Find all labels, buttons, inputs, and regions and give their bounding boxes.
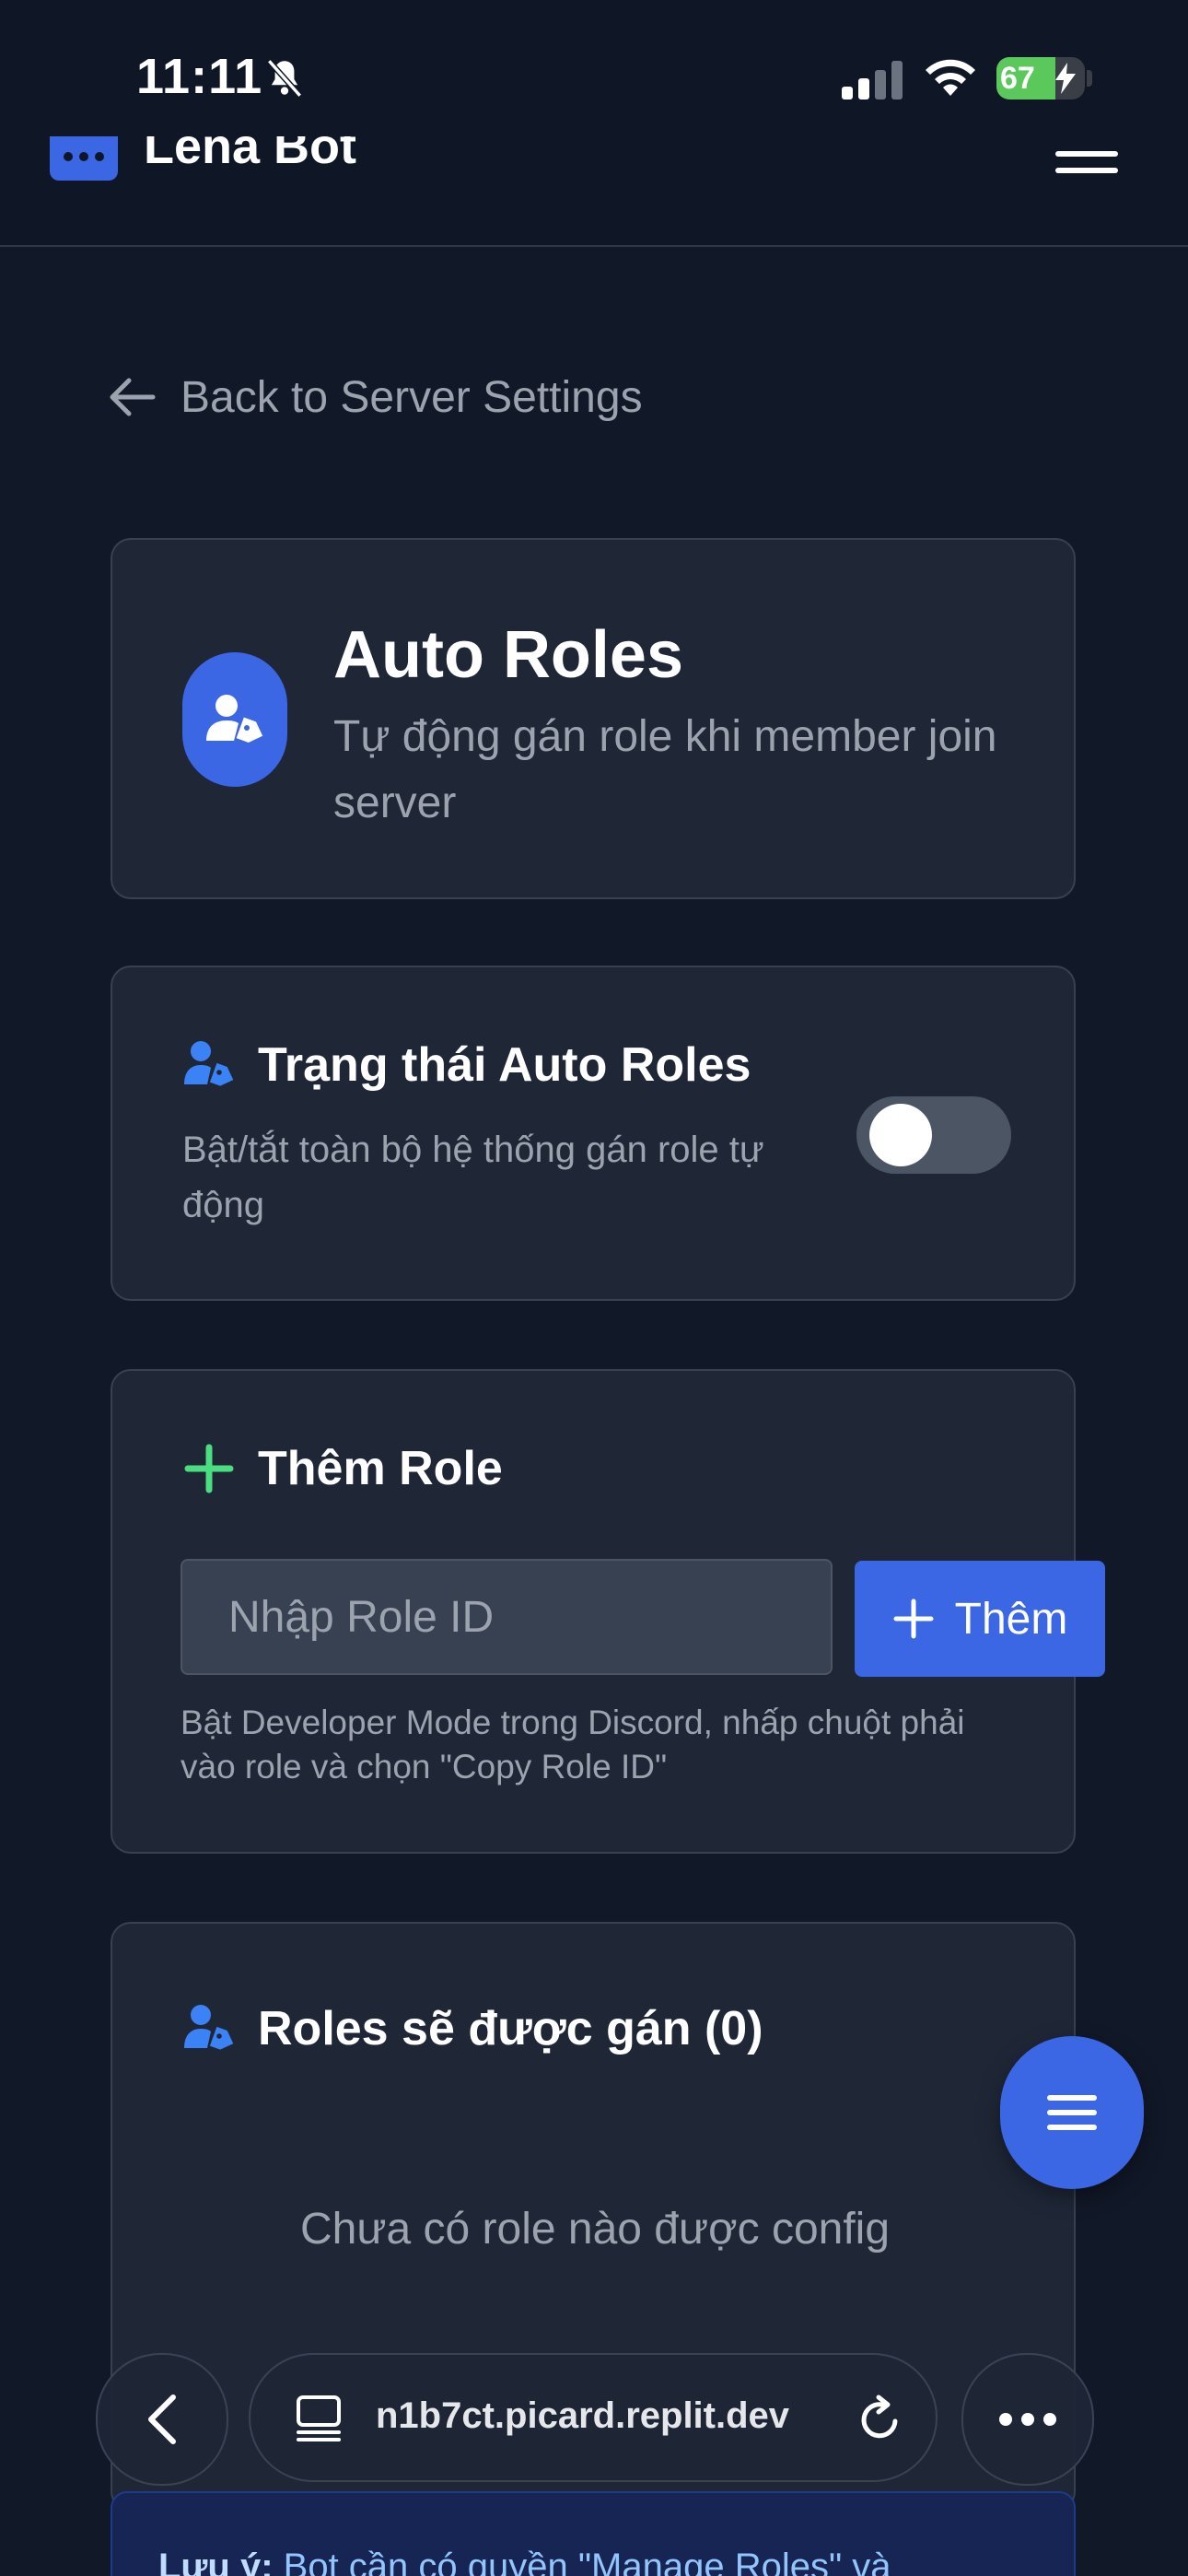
page-subtitle: Tự động gán role khi member join server	[333, 712, 997, 827]
user-tag-badge	[182, 652, 287, 787]
toggle-knob	[869, 1104, 932, 1166]
note-label: Lưu ý:	[158, 2547, 274, 2576]
reload-icon[interactable]	[855, 2394, 906, 2445]
battery-percent: 67	[1000, 61, 1035, 96]
plus-icon	[893, 1598, 934, 1639]
roles-section-title: Roles sẽ được gán (0)	[182, 2001, 763, 2056]
robot-icon	[50, 136, 118, 181]
auto-roles-toggle[interactable]	[856, 1096, 1011, 1174]
top-bar: 11:11 67 Lena Bot	[0, 0, 1188, 247]
user-tag-icon	[184, 1041, 234, 1086]
permissions-note: Lưu ý: Bot cần có quyền "Manage Roles" v…	[111, 2491, 1076, 2576]
hamburger-menu-icon[interactable]	[1055, 151, 1118, 192]
status-description: Bật/tắt toàn bộ hệ thống gán role tự độn…	[182, 1130, 764, 1225]
floating-menu-button[interactable]	[1000, 2036, 1144, 2189]
add-role-card: Thêm Role Thêm Bật Developer Mode trong …	[111, 1369, 1105, 1854]
dot	[1021, 2413, 1034, 2426]
address-bar[interactable]: n1b7ct.picard.replit.dev	[249, 2353, 938, 2482]
note-body: Bot cần có quyền "Manage Roles" và	[283, 2547, 891, 2576]
url-text: n1b7ct.picard.replit.dev	[376, 2395, 790, 2436]
bell-slash-icon	[266, 59, 303, 98]
empty-roles-message: Chưa có role nào được config	[299, 2205, 891, 2254]
browser-back-button[interactable]	[96, 2353, 228, 2486]
brand-name: Lena Bot	[144, 136, 357, 174]
wifi-icon	[926, 59, 975, 96]
user-tag-icon	[184, 2005, 234, 2050]
auto-roles-header-card: Auto Roles Tự động gán role khi member j…	[111, 538, 1076, 899]
add-role-section-title: Thêm Role	[182, 1441, 503, 1496]
back-link-label: Back to Server Settings	[181, 372, 643, 422]
auto-roles-status-card: Trạng thái Auto Roles Bật/tắt toàn bộ hệ…	[111, 966, 1076, 1301]
roles-title-text: Roles sẽ được gán (0)	[258, 2002, 763, 2055]
dot	[1043, 2413, 1056, 2426]
note-text: Lưu ý: Bot cần có quyền "Manage Roles" v…	[158, 2547, 1033, 2576]
back-to-server-settings-link[interactable]: Back to Server Settings	[107, 367, 643, 427]
battery-indicator: 67	[996, 57, 1085, 100]
more-options-button[interactable]	[961, 2353, 1094, 2486]
status-title-text: Trạng thái Auto Roles	[258, 1038, 751, 1092]
plus-icon	[184, 1444, 234, 1493]
status-section-title: Trạng thái Auto Roles	[182, 1037, 751, 1093]
status-time: 11:11	[136, 49, 263, 104]
add-role-title-text: Thêm Role	[258, 1442, 503, 1495]
tabs-icon	[297, 2395, 341, 2441]
chevron-left-icon	[148, 2395, 176, 2444]
add-role-button-label: Thêm	[954, 1594, 1068, 1644]
charging-bolt-icon	[1055, 63, 1076, 94]
page: 11:11 67 Lena Bot Back to Server Setting…	[0, 0, 1188, 2576]
page-title: Auto Roles	[333, 618, 684, 692]
arrow-left-icon	[110, 378, 156, 416]
battery-cap	[1087, 70, 1092, 87]
role-id-input[interactable]	[181, 1559, 833, 1675]
role-id-hint: Bật Developer Mode trong Discord, nhấp c…	[181, 1704, 965, 1786]
add-role-button[interactable]: Thêm	[855, 1561, 1105, 1677]
brand[interactable]: Lena Bot	[0, 136, 1188, 192]
cellular-signal-icon	[842, 61, 903, 100]
dot	[999, 2413, 1012, 2426]
menu-lines-icon	[1047, 2086, 1097, 2139]
user-tag-icon	[206, 695, 263, 743]
